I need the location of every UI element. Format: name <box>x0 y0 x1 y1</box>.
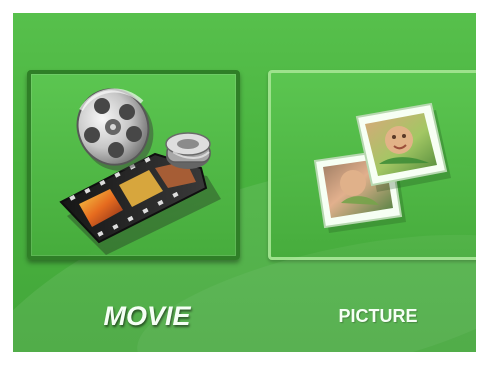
movie-label[interactable]: MOVIE <box>87 301 207 331</box>
film-canister-icon <box>165 132 211 169</box>
movie-icon <box>59 88 221 255</box>
movie-tile[interactable] <box>27 70 240 260</box>
picture-label[interactable]: PICTURE <box>318 301 438 331</box>
picture-tile[interactable] <box>268 70 476 260</box>
photo-stack-icon <box>313 102 451 233</box>
picture-icon <box>313 102 451 233</box>
film-strip-icon <box>59 152 221 255</box>
media-menu-screen: MOVIE PICTURE <box>13 13 476 352</box>
